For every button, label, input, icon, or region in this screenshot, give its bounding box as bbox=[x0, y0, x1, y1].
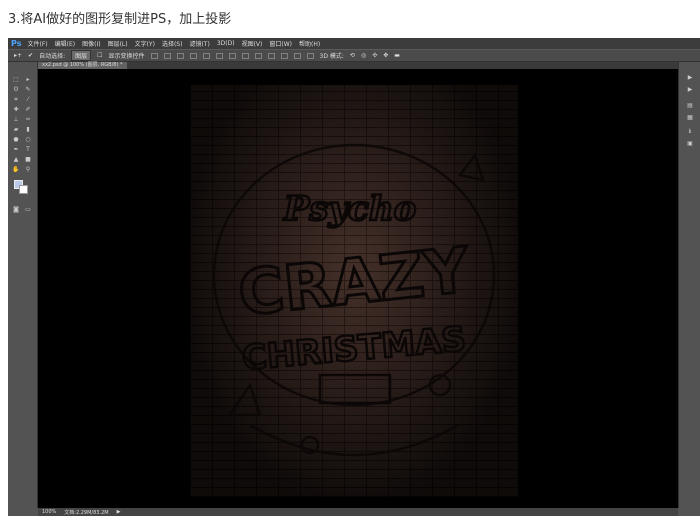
menu-layer[interactable]: 图层(L) bbox=[108, 39, 128, 48]
clone-stamp-icon[interactable]: ⊥ bbox=[12, 116, 20, 123]
blur-icon[interactable]: ● bbox=[12, 136, 20, 143]
panel-dock: ▶ ▶ ▤ ▦ ℹ ▣ bbox=[678, 62, 700, 508]
menu-view[interactable]: 视图(V) bbox=[242, 39, 263, 48]
lasso-tool-icon[interactable]: ʘ bbox=[12, 86, 20, 93]
artwork-line2: CRAZY bbox=[235, 233, 474, 330]
menu-type[interactable]: 文字(Y) bbox=[135, 39, 155, 48]
menu-edit[interactable]: 编辑(E) bbox=[55, 39, 75, 48]
eraser-icon[interactable]: ▰ bbox=[12, 126, 20, 133]
info-panel-icon[interactable]: ℹ bbox=[686, 128, 694, 135]
3d-scale-icon[interactable]: ▬ bbox=[394, 52, 400, 59]
artwork-lettering: Psycho CRAZY CHRISTMAS bbox=[212, 143, 496, 457]
distribute-middle-icon[interactable] bbox=[241, 52, 249, 59]
document-tabs: xx2.psd @ 100% (图层, RGB/8) * bbox=[38, 62, 678, 69]
distribute-left-icon[interactable] bbox=[267, 52, 275, 59]
eyedropper-icon[interactable]: ⁄ bbox=[24, 96, 32, 103]
artwork-line3: CHRISTMAS bbox=[240, 319, 467, 378]
actions-panel-icon[interactable]: ▶ bbox=[686, 86, 694, 93]
auto-select-dropdown[interactable]: 图层 bbox=[71, 50, 92, 61]
align-right-icon[interactable] bbox=[215, 52, 223, 59]
move-tool-icon[interactable]: ▸ bbox=[24, 76, 32, 83]
marquee-tool-icon[interactable]: ⬚ bbox=[12, 76, 20, 83]
3d-slide-icon[interactable]: ✥ bbox=[383, 52, 388, 59]
hand-tool-icon[interactable]: ✋ bbox=[12, 166, 20, 173]
3d-drag-icon[interactable]: ✣ bbox=[372, 52, 377, 59]
align-middle-icon[interactable] bbox=[163, 52, 171, 59]
auto-select-label: 自动选择: bbox=[39, 53, 66, 60]
move-tool-icon[interactable]: ▸+ bbox=[14, 52, 22, 59]
tools-panel: ⬚ ▸ ʘ ✎ ⌗ ⁄ ✚ ✐ ⊥ ✑ ▰ ▮ ● ○ ✒ T ▲ ■ ✋ ⚲ … bbox=[8, 62, 38, 508]
artwork-line1: Psycho bbox=[283, 189, 417, 229]
crop-tool-icon[interactable]: ⌗ bbox=[12, 96, 20, 103]
menu-bar: Ps 文件(F) 编辑(E) 图像(I) 图层(L) 文字(Y) 选择(S) 滤… bbox=[8, 38, 700, 49]
quick-select-icon[interactable]: ✎ bbox=[24, 86, 32, 93]
step-heading: 3.将AI做好的图形复制进PS，加上投影 bbox=[8, 12, 232, 27]
screen-mode-icon[interactable]: ▭ bbox=[24, 206, 32, 213]
3d-mode-label: 3D 模式: bbox=[319, 53, 344, 60]
canvas-area[interactable]: Psycho CRAZY CHRISTMAS bbox=[38, 69, 678, 508]
brush-tool-icon[interactable]: ✐ bbox=[24, 106, 32, 113]
distribute-right-icon[interactable] bbox=[293, 52, 301, 59]
auto-select-checkbox[interactable]: ✔ bbox=[28, 52, 33, 59]
ps-logo: Ps bbox=[11, 39, 22, 48]
type-tool-icon[interactable]: T bbox=[24, 146, 32, 153]
menu-image[interactable]: 图像(I) bbox=[82, 39, 100, 48]
menu-file[interactable]: 文件(F) bbox=[27, 39, 47, 48]
show-transform-checkbox[interactable]: ☐ bbox=[97, 52, 102, 59]
align-center-icon[interactable] bbox=[202, 52, 210, 59]
auto-align-icon[interactable] bbox=[306, 52, 314, 59]
options-bar: ▸+ ✔ 自动选择: 图层 ☐ 显示变换控件 3D 模式: ⟲ ◎ ✣ ✥ ▬ bbox=[8, 49, 700, 62]
gradient-icon[interactable]: ▮ bbox=[24, 126, 32, 133]
menu-select[interactable]: 选择(S) bbox=[162, 39, 183, 48]
distribute-top-icon[interactable] bbox=[228, 52, 236, 59]
status-bar: 100% 文档:2.29M/83.2M ▶ bbox=[38, 508, 678, 516]
history-panel-icon[interactable]: ▶ bbox=[686, 74, 694, 81]
photoshop-window: Ps 文件(F) 编辑(E) 图像(I) 图层(L) 文字(Y) 选择(S) 滤… bbox=[8, 38, 700, 516]
background-color-swatch[interactable] bbox=[19, 185, 28, 194]
layers-panel-icon[interactable]: ▣ bbox=[686, 140, 694, 147]
3d-roll-icon[interactable]: ◎ bbox=[361, 52, 366, 59]
align-top-icon[interactable] bbox=[150, 52, 158, 59]
menu-filter[interactable]: 滤镜(T) bbox=[189, 39, 209, 48]
distribute-center-icon[interactable] bbox=[280, 52, 288, 59]
zoom-level[interactable]: 100% bbox=[42, 509, 56, 515]
pen-tool-icon[interactable]: ✒ bbox=[12, 146, 20, 153]
path-select-icon[interactable]: ▲ bbox=[12, 156, 20, 163]
align-bottom-icon[interactable] bbox=[176, 52, 184, 59]
artwork-image: Psycho CRAZY CHRISTMAS bbox=[190, 85, 518, 497]
quick-mask-icon[interactable]: ◙ bbox=[12, 206, 20, 213]
menu-window[interactable]: 窗口(W) bbox=[269, 39, 292, 48]
distribute-bottom-icon[interactable] bbox=[254, 52, 262, 59]
dodge-icon[interactable]: ○ bbox=[24, 136, 32, 143]
zoom-tool-icon[interactable]: ⚲ bbox=[24, 166, 32, 173]
history-brush-icon[interactable]: ✑ bbox=[24, 116, 32, 123]
document-tab[interactable]: xx2.psd @ 100% (图层, RGB/8) * bbox=[38, 62, 127, 69]
menu-help[interactable]: 帮助(H) bbox=[299, 39, 320, 48]
show-transform-label: 显示变换控件 bbox=[108, 53, 145, 60]
properties-panel-icon[interactable]: ▤ bbox=[686, 102, 694, 109]
shape-tool-icon[interactable]: ■ bbox=[24, 156, 32, 163]
menu-3d[interactable]: 3D(D) bbox=[217, 40, 235, 47]
3d-rotate-icon[interactable]: ⟲ bbox=[350, 52, 355, 59]
document-size: 文档:2.29M/83.2M bbox=[64, 509, 109, 516]
align-left-icon[interactable] bbox=[189, 52, 197, 59]
status-menu-arrow-icon[interactable]: ▶ bbox=[117, 509, 121, 515]
healing-brush-icon[interactable]: ✚ bbox=[12, 106, 20, 113]
adjust-panel-icon[interactable]: ▦ bbox=[686, 114, 694, 121]
